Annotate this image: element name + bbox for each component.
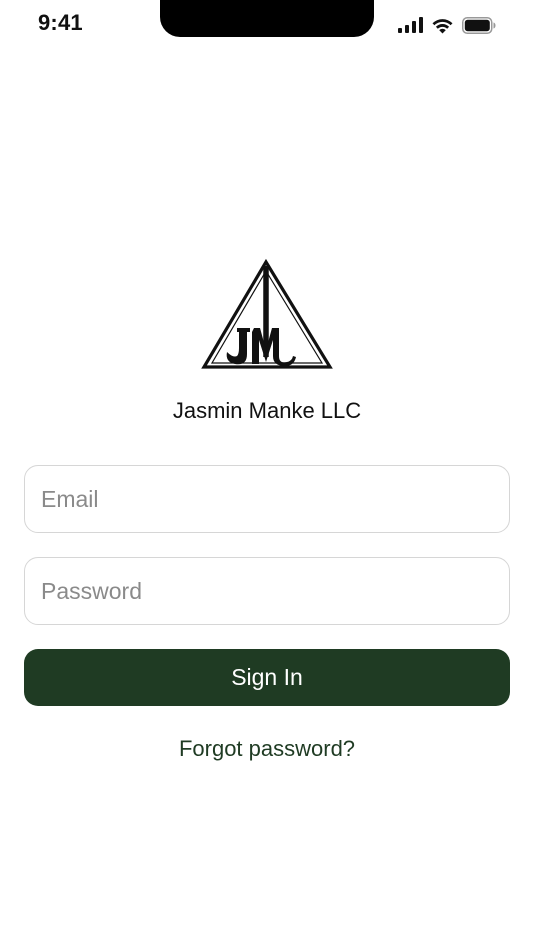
forgot-password-link[interactable]: Forgot password? xyxy=(0,736,534,762)
password-field[interactable] xyxy=(24,557,510,625)
status-bar: 9:41 xyxy=(0,0,534,50)
company-logo xyxy=(199,258,335,372)
status-icons xyxy=(398,14,496,36)
company-name: Jasmin Manke LLC xyxy=(172,398,362,423)
wifi-icon xyxy=(431,17,454,34)
device-notch xyxy=(160,0,374,37)
email-field[interactable] xyxy=(24,465,510,533)
battery-icon xyxy=(462,16,496,34)
cellular-signal-icon xyxy=(398,17,423,33)
status-time: 9:41 xyxy=(38,10,83,35)
sign-in-button[interactable]: Sign In xyxy=(24,649,510,706)
